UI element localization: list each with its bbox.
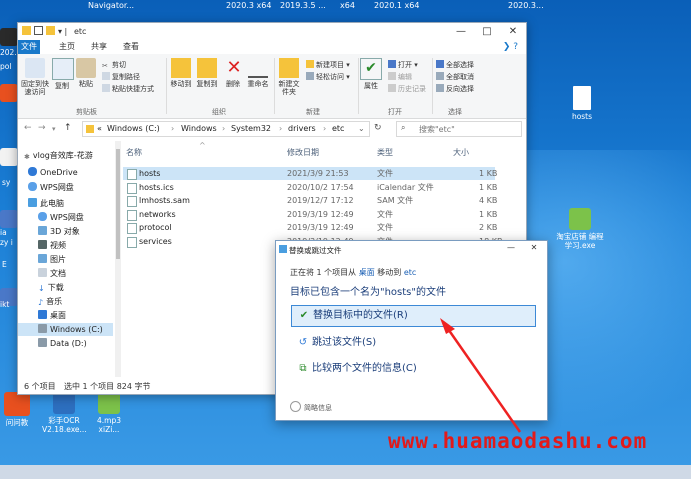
annotation-arrow [440, 318, 522, 433]
arrow-head [440, 318, 455, 334]
watermark: www.huamaodashu.com [388, 429, 648, 453]
arrow-line [444, 325, 522, 433]
taskbar [0, 465, 691, 479]
